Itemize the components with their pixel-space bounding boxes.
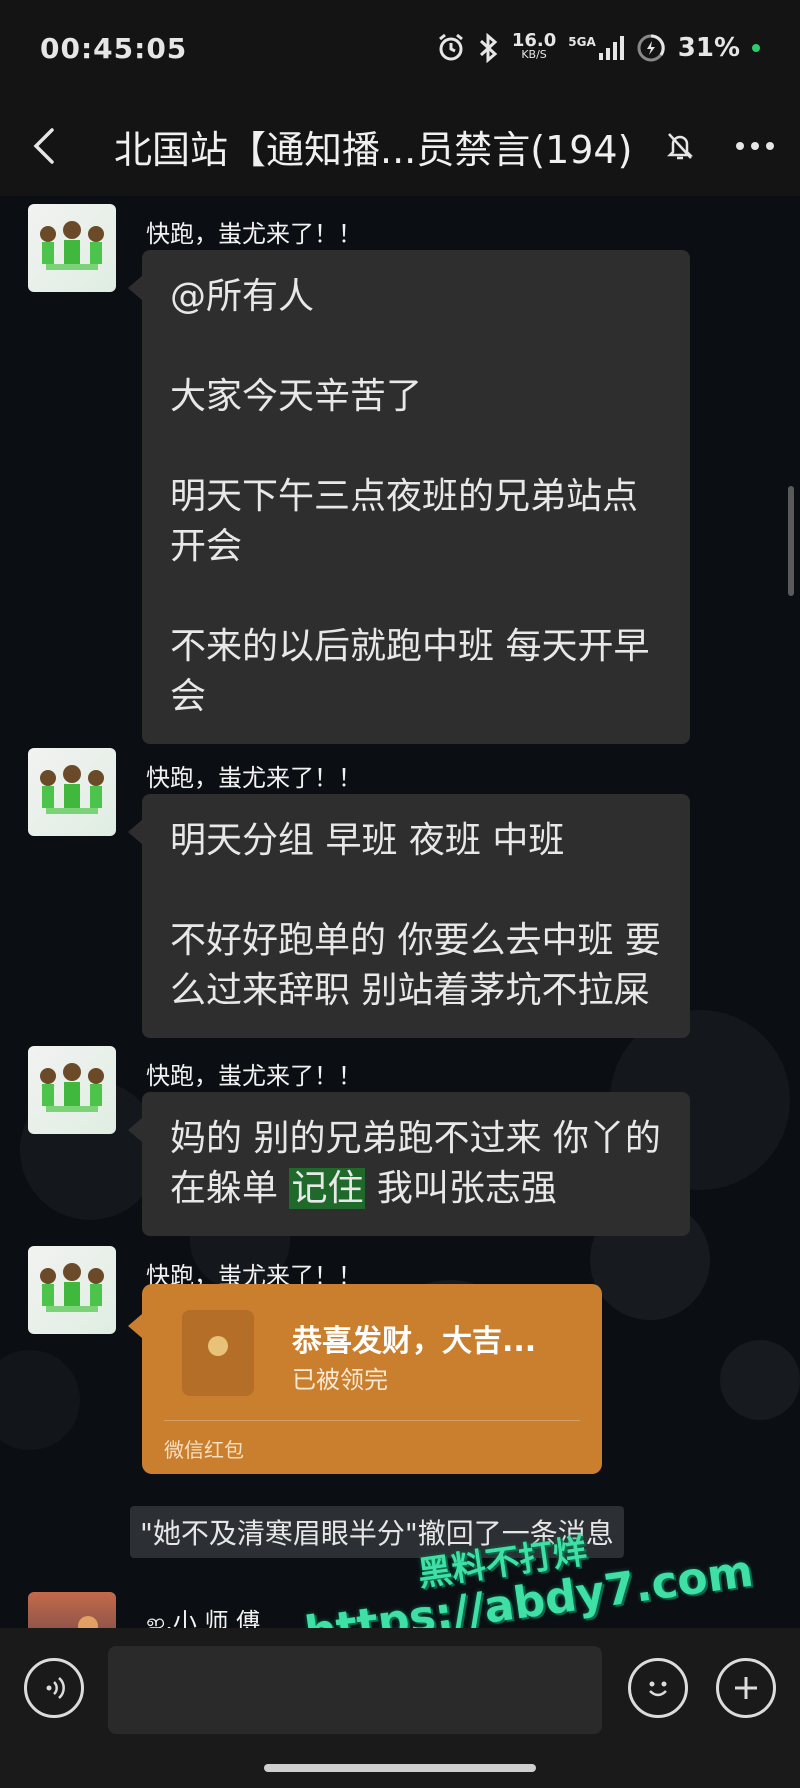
emoji-button[interactable] <box>628 1658 688 1718</box>
red-packet-status: 已被领完 <box>292 1366 388 1394</box>
message-bubble[interactable]: 明天分组 早班 夜班 中班 不好好跑单的 你要么去中班 要么过来辞职 别站着茅坑… <box>128 794 690 1038</box>
red-packet-icon <box>182 1310 254 1396</box>
message-text: 明天下午三点夜班的兄弟站点开会 <box>170 476 639 567</box>
more-dots-icon <box>736 142 774 150</box>
status-bar: 00:45:05 16.0 KB/S 5GA 31% <box>0 0 800 96</box>
net-speed-value: 16.0 <box>511 30 557 51</box>
avatar[interactable] <box>28 1246 116 1334</box>
emoji-icon <box>649 1681 667 1697</box>
alarm-icon <box>438 33 463 61</box>
message-bubble[interactable]: @所有人 大家今天辛苦了 明天下午三点夜班的兄弟站点开会 不来的以后就跑中班 每… <box>128 250 690 744</box>
message-text: @所有人 <box>170 276 315 317</box>
cell-signal: 5GA <box>568 35 624 61</box>
sender-name: 快跑，蚩尤来了！！ <box>146 764 362 792</box>
sender-name: ஐ.小 师 傅 <box>146 1608 261 1628</box>
status-time: 00:45:05 <box>40 31 188 65</box>
status-icons: 16.0 KB/S 5GA 31% <box>436 30 760 63</box>
avatar[interactable] <box>28 1592 116 1628</box>
message-text: 妈的 别的兄弟跑不过来 你丫的在躲单 记住 我叫张志强 <box>170 1114 662 1214</box>
plus-icon <box>735 1677 757 1699</box>
chat-title: 北国站【通知播...员禁言(194) <box>114 127 633 172</box>
avatar[interactable] <box>28 204 116 292</box>
avatar-image <box>40 1063 104 1112</box>
message-input[interactable] <box>108 1646 602 1734</box>
bell-muted-icon <box>666 133 694 160</box>
chat-header: 北国站【通知播...员禁言(194) <box>0 96 800 196</box>
red-packet-divider <box>164 1420 580 1421</box>
avatar[interactable] <box>28 748 116 836</box>
back-button[interactable] <box>0 96 90 196</box>
avatar-image <box>40 221 104 270</box>
signal-bars-icon <box>598 36 624 60</box>
message-bubble[interactable]: 妈的 别的兄弟跑不过来 你丫的在躲单 记住 我叫张志强 <box>128 1092 690 1236</box>
red-packet-card[interactable]: 恭喜发财，大吉... 已被领完 微信红包 <box>128 1284 602 1474</box>
message-text: 明天分组 早班 夜班 中班 <box>170 820 565 861</box>
battery-dot <box>752 44 760 52</box>
avatar-image <box>78 1616 98 1628</box>
home-indicator[interactable] <box>264 1764 536 1772</box>
red-packet-footer: 微信红包 <box>164 1438 244 1462</box>
message-text-part: 我叫张志强 <box>365 1168 557 1209</box>
message-list[interactable]: 快跑，蚩尤来了！！ @所有人 大家今天辛苦了 明天下午三点夜班的兄弟站点开会 不… <box>0 196 800 1628</box>
voice-icon <box>46 1677 65 1699</box>
message-item: 快跑，蚩尤来了！！ 明天分组 早班 夜班 中班 不好好跑单的 你要么去中班 要么… <box>28 748 690 1038</box>
message-item: 快跑，蚩尤来了！！ 妈的 别的兄弟跑不过来 你丫的在躲单 记住 我叫张志强 <box>28 1046 690 1236</box>
avatar-image <box>40 765 104 814</box>
battery-percent: 31% <box>677 33 740 63</box>
voice-button[interactable] <box>24 1658 84 1718</box>
message-item: ஐ.小 师 傅 <box>28 1592 260 1628</box>
sender-name: 快跑，蚩尤来了！！ <box>146 1062 362 1090</box>
chevron-left-icon <box>33 128 54 164</box>
network-type: 5GA <box>568 35 596 49</box>
mute-status <box>650 96 710 196</box>
message-text: 大家今天辛苦了 <box>170 376 423 417</box>
avatar[interactable] <box>28 1046 116 1134</box>
recall-notice: "她不及清寒眉眼半分"撤回了一条消息 <box>130 1506 624 1558</box>
message-item: 快跑，蚩尤来了！！ 恭喜发财，大吉... 已被领完 微信红包 <box>28 1246 602 1474</box>
more-button[interactable] <box>710 96 800 196</box>
message-text: 不来的以后就跑中班 每天开早会 <box>170 626 650 717</box>
red-packet-title: 恭喜发财，大吉... <box>292 1324 537 1359</box>
net-speed: 16.0 KB/S <box>511 30 557 62</box>
avatar-image <box>40 1263 104 1312</box>
battery-charging-icon <box>637 34 665 62</box>
scrollbar-thumb[interactable] <box>788 486 794 596</box>
message-item: 快跑，蚩尤来了！！ @所有人 大家今天辛苦了 明天下午三点夜班的兄弟站点开会 不… <box>28 204 690 744</box>
message-text: 不好好跑单的 你要么去中班 要么过来辞职 别站着茅坑不拉屎 <box>170 920 661 1011</box>
plus-button[interactable] <box>716 1658 776 1718</box>
sender-name: 快跑，蚩尤来了！！ <box>146 220 362 248</box>
highlighted-text: 记住 <box>289 1168 366 1209</box>
net-speed-unit: KB/S <box>521 48 547 61</box>
bluetooth-icon <box>479 33 498 63</box>
